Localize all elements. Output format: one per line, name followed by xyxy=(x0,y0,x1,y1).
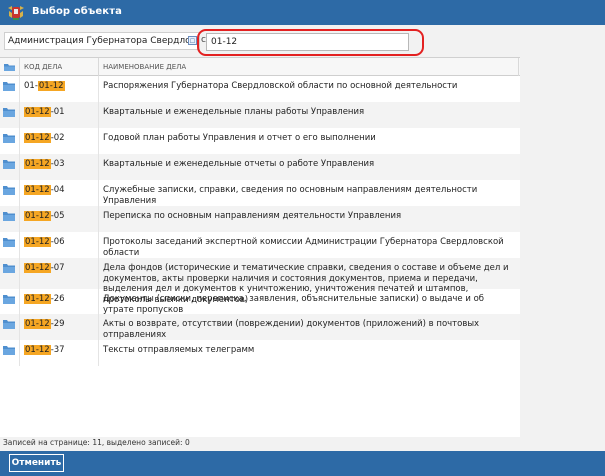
column-header-code[interactable]: КОД ДЕЛА xyxy=(24,63,62,71)
case-name: Документы (списки, переписка, заявления,… xyxy=(103,294,485,315)
case-code: 01-12-37 xyxy=(24,345,65,355)
folder-icon[interactable] xyxy=(3,108,15,117)
table-row[interactable]: 01-12-06 Протоколы заседаний экспертной к… xyxy=(0,232,520,258)
case-name: Переписка по основным направлениям деяте… xyxy=(103,211,402,221)
case-code-suffix: -05 xyxy=(50,211,65,221)
coat-of-arms-icon xyxy=(8,6,24,20)
case-code-suffix: -29 xyxy=(50,319,65,329)
case-name: Квартальные и еженедельные планы работы … xyxy=(103,107,365,117)
case-code-match: 01-12 xyxy=(24,237,51,247)
status-text: Записей на странице: 11, выделено записе… xyxy=(3,438,190,447)
table-row[interactable]: 01-12-37 Тексты отправляемых телеграмм xyxy=(0,340,520,366)
case-code: 01-12-06 xyxy=(24,237,65,247)
folder-icon[interactable] xyxy=(3,346,15,355)
case-code: 01-12-04 xyxy=(24,185,65,195)
case-code-match: 01-12 xyxy=(24,211,51,221)
case-name: Служебные записки, справки, сведения по … xyxy=(103,185,478,206)
table-header: КОД ДЕЛА НАИМЕНОВАНИЕ ДЕЛА xyxy=(0,57,520,76)
case-name: Акты о возврате, отсутствии (повреждении… xyxy=(103,319,480,340)
case-code-match: 01-12 xyxy=(37,81,65,91)
table-row[interactable]: 01-12-03 Квартальные и еженедельные отчет… xyxy=(0,154,520,180)
case-name: Квартальные и еженедельные отчеты о рабо… xyxy=(103,159,375,169)
case-code-suffix: -04 xyxy=(50,185,65,195)
case-code-match: 01-12 xyxy=(24,159,51,169)
organization-value: Администрация Губернатора Свердловской xyxy=(8,36,188,46)
folder-icon[interactable] xyxy=(3,295,15,304)
folder-icon[interactable] xyxy=(3,212,15,221)
case-code: 01-12-02 xyxy=(24,133,65,143)
case-code-suffix: -03 xyxy=(50,159,65,169)
case-code: 01-12-26 xyxy=(24,294,65,304)
organization-picker-button[interactable]: ☐ xyxy=(188,36,197,45)
folder-icon[interactable] xyxy=(3,320,15,329)
table-row[interactable]: 01-12-26 Документы (списки, переписка, за… xyxy=(0,289,520,315)
case-code: 01-12-03 xyxy=(24,159,65,169)
table-row[interactable]: 01-12-04 Служебные записки, справки, свед… xyxy=(0,180,520,206)
case-code-suffix: -37 xyxy=(50,345,65,355)
folder-icon[interactable] xyxy=(3,160,15,169)
table-row[interactable]: 01-12-01 Квартальные и еженедельные планы… xyxy=(0,102,520,128)
folder-icon[interactable] xyxy=(3,82,15,91)
organization-field[interactable]: Администрация Губернатора Свердловской ☐ xyxy=(4,32,200,50)
case-code: 01-12-05 xyxy=(24,211,65,221)
folder-column-icon[interactable] xyxy=(0,58,19,76)
case-code: 01-12-01 xyxy=(24,107,65,117)
case-code-match: 01-12 xyxy=(24,107,51,117)
case-code-suffix: -26 xyxy=(50,294,65,304)
case-code-match: 01-12 xyxy=(24,345,51,355)
table-row[interactable]: 01-12-02 Годовой план работы Управления и… xyxy=(0,128,520,154)
empty-area xyxy=(520,57,605,437)
case-code: 01-12-29 xyxy=(24,319,65,329)
status-bar: Записей на странице: 11, выделено записе… xyxy=(0,437,605,451)
case-code: 01-12-07 xyxy=(24,263,65,273)
table-row[interactable]: 01-12-29 Акты о возврате, отсутствии (пов… xyxy=(0,314,520,340)
case-name: Протоколы заседаний экспертной комиссии … xyxy=(103,237,504,258)
case-code-match: 01-12 xyxy=(24,263,51,273)
case-name: Распоряжения Губернатора Свердловской об… xyxy=(103,81,458,91)
case-code-suffix: -07 xyxy=(50,263,65,273)
case-code-suffix: -06 xyxy=(50,237,65,247)
title-bar: Выбор объекта xyxy=(0,0,605,25)
folder-icon[interactable] xyxy=(3,238,15,247)
case-code: 01-01-12 xyxy=(24,81,65,91)
case-name: Тексты отправляемых телеграмм xyxy=(103,345,255,355)
folder-icon[interactable] xyxy=(3,186,15,195)
column-header-name[interactable]: НАИМЕНОВАНИЕ ДЕЛА xyxy=(103,63,186,71)
case-code-suffix: -01 xyxy=(50,107,65,117)
case-name: Годовой план работы Управления и отчет о… xyxy=(103,133,376,143)
case-code-match: 01-12 xyxy=(24,319,51,329)
search-input[interactable] xyxy=(206,33,409,51)
case-code-match: 01-12 xyxy=(24,133,51,143)
cancel-button[interactable]: Отменить xyxy=(9,454,64,472)
folder-icon[interactable] xyxy=(3,134,15,143)
table-row[interactable]: 01-12-05 Переписка по основным направлени… xyxy=(0,206,520,232)
case-code-match: 01-12 xyxy=(24,185,51,195)
case-code-suffix: -02 xyxy=(50,133,65,143)
footer-bar: Отменить xyxy=(0,451,605,476)
table-row[interactable]: 01-01-12 Распоряжения Губернатора Свердло… xyxy=(0,76,520,102)
folder-icon[interactable] xyxy=(3,264,15,273)
case-code-prefix: 01- xyxy=(24,81,38,91)
table-row[interactable]: 01-12-07 Дела фондов (исторические и тема… xyxy=(0,258,520,305)
case-code-match: 01-12 xyxy=(24,294,51,304)
window-title: Выбор объекта xyxy=(32,6,122,17)
